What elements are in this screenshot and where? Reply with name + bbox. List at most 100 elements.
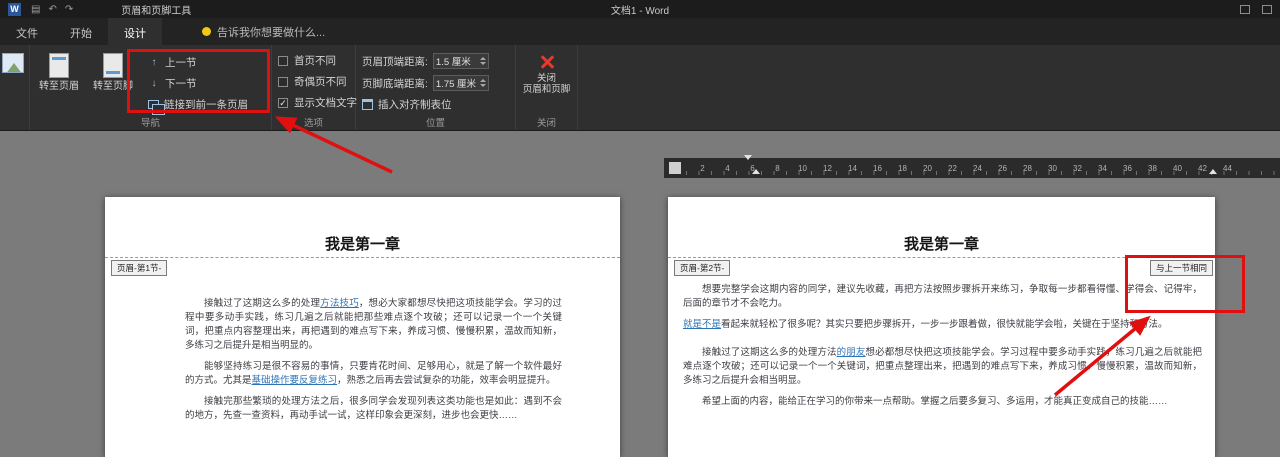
ribbon-group-close: 关闭 页眉和页脚 关闭	[516, 45, 578, 130]
ruler-number: 30	[1048, 163, 1057, 173]
header-from-top-value: 1.5 厘米	[435, 57, 471, 68]
lightbulb-icon	[202, 27, 211, 36]
goto-header-icon	[49, 53, 69, 78]
goto-header-button[interactable]: 转至页眉	[36, 50, 82, 92]
ruler-number: 24	[973, 163, 982, 173]
ruler-number: 18	[898, 163, 907, 173]
next-section-button[interactable]: ↓ 下一节	[144, 75, 252, 92]
checkbox-icon	[278, 76, 288, 87]
ruler-number: 36	[1123, 163, 1132, 173]
ruler-number: 8	[775, 163, 780, 173]
ribbon-group-insert-partial	[0, 45, 30, 130]
hyperlink-text[interactable]: 方法技巧	[320, 298, 359, 309]
paragraph: 接触完那些繁琐的处理方法之后，很多同学会发现列表这类功能也是如此：遇到不会的地方…	[185, 395, 562, 423]
ribbon: 转至页眉 转至页脚 ↑ 上一节 ↓ 下一节 链接到前一条页眉 导航 首页不同 奇…	[0, 45, 1280, 131]
redo-icon[interactable]: ↷	[65, 4, 73, 15]
chapter-title: 我是第一章	[324, 236, 400, 253]
footer-from-bottom-input[interactable]: 1.75 厘米	[432, 75, 489, 91]
goto-footer-button[interactable]: 转至页脚	[90, 50, 136, 92]
alignment-tab-icon	[362, 99, 373, 110]
ruler-number: 22	[948, 163, 957, 173]
group-label-position: 位置	[425, 118, 445, 129]
header-from-top-input[interactable]: 1.5 厘米	[432, 53, 489, 69]
link-to-previous-label: 链接到前一条页眉	[164, 99, 248, 111]
body-text: ，熟悉之后再去尝试复杂的功能，效率会明显提升。	[337, 375, 556, 387]
ruler-numbers: 2 4 6 8 10 12 14 16 18 20 22 24 26 28 30 32 34 36 38 40 42 44	[686, 164, 1240, 173]
paragraph: 接触过了这期这么多的处理方法的朋友想必都想尽快把这项技能学会。学习过程中要多动手…	[683, 346, 1202, 388]
ribbon-group-navigation: 转至页眉 转至页脚 ↑ 上一节 ↓ 下一节 链接到前一条页眉 导航	[30, 45, 272, 130]
different-odd-even-checkbox[interactable]: 奇偶页不同	[278, 73, 357, 90]
close-red-x-icon	[538, 53, 556, 71]
right-indent-marker[interactable]	[1209, 160, 1217, 174]
body-text: 接触完那些繁琐的处理方法之后，很多同学会发现列表这类功能也是如此：遇到不会的地方…	[185, 396, 562, 422]
picture-button[interactable]	[2, 50, 24, 73]
spinner-arrows-icon[interactable]	[479, 57, 486, 65]
hyperlink-text[interactable]: 基础操作要反复练习	[252, 375, 338, 386]
tab-file[interactable]: 文件	[0, 18, 54, 45]
hyperlink-text[interactable]: 就是不是	[683, 319, 721, 330]
body-text: 接触过了这期这么多的处理	[204, 298, 321, 309]
close-label-line2: 页眉和页脚	[522, 84, 571, 95]
previous-section-button[interactable]: ↑ 上一节	[144, 54, 252, 71]
link-to-previous-icon	[148, 100, 165, 115]
tell-me-text: 告诉我你想要做什么...	[217, 26, 326, 39]
arrow-up-icon: ↑	[151, 57, 157, 68]
ruler-number: 20	[923, 163, 932, 173]
spinner-arrows-icon[interactable]	[479, 79, 486, 87]
footer-from-bottom-label: 页脚底端距离:	[362, 77, 428, 90]
header-section-tag: 页眉-第1节-	[111, 260, 168, 276]
close-header-footer-button[interactable]: 关闭 页眉和页脚	[522, 50, 571, 95]
ribbon-group-position: 页眉顶端距离: 1.5 厘米 页脚底端距离: 1.75 厘米 插入对齐制表位 位…	[356, 45, 516, 130]
horizontal-ruler[interactable]: 2 4 6 8 10 12 14 16 18 20 22 24 26 28 30 32 34 36 38 40 42 44	[664, 155, 1280, 178]
different-odd-even-label: 奇偶页不同	[294, 76, 347, 88]
chapter-title: 我是第一章	[903, 236, 979, 253]
tab-selector-icon[interactable]	[669, 162, 681, 174]
header-boundary-line	[105, 257, 620, 258]
hyperlink-text[interactable]: 的朋友	[837, 347, 866, 358]
footer-from-bottom-value: 1.75 厘米	[435, 79, 477, 90]
window-button-icon[interactable]	[1262, 4, 1272, 14]
paragraph: 就是不是看起来就轻松了很多呢？其实只要把步骤拆开，一步一步跟着做，很快就能学会啦…	[683, 318, 1202, 332]
header-section-tag: 页眉-第2节-	[674, 260, 731, 276]
document-page-left[interactable]: 我是第一章 页眉-第1节- 接触过了这期这么多的处理方法技巧，想必大家都想尽快把…	[105, 197, 620, 457]
ribbon-tab-row: 文件 开始 设计 告诉我你想要做什么...	[0, 18, 1280, 45]
left-page-body: 接触过了这期这么多的处理方法技巧，想必大家都想尽快把这项技能学会。学习的过程中要…	[185, 297, 562, 430]
body-text: 看起来就轻松了很多呢？其实只要把步骤拆开，一步一步跟着做，很快就能学会啦，关键在…	[721, 319, 1168, 331]
ruler-number: 40	[1173, 163, 1182, 173]
tab-home[interactable]: 开始	[54, 18, 108, 45]
ruler-number: 2	[700, 163, 705, 173]
ruler-number: 38	[1148, 163, 1157, 173]
ruler-number: 26	[998, 163, 1007, 173]
group-label-navigation: 导航	[140, 118, 160, 129]
tab-design[interactable]: 设计	[108, 18, 162, 45]
previous-section-label: 上一节	[165, 57, 197, 69]
ribbon-options-icon[interactable]	[1240, 4, 1250, 14]
ruler-number: 14	[848, 163, 857, 173]
show-document-text-checkbox[interactable]: ✓ 显示文档文字	[278, 94, 357, 111]
paragraph: 想要完整学会这期内容的同学，建议先收藏，再把方法按照步骤拆开来练习，争取每一步都…	[683, 283, 1202, 311]
contextual-tools-label: 页眉和页脚工具	[121, 5, 192, 17]
indent-marker[interactable]	[744, 155, 760, 174]
group-label-options: 选项	[303, 118, 323, 129]
insert-alignment-tab-label: 插入对齐制表位	[378, 99, 452, 111]
body-text: 想要完整学会这期内容的同学，建议先收藏，再把方法按照步骤拆开来练习，争取每一步都…	[683, 284, 1202, 310]
insert-alignment-tab-button[interactable]: 插入对齐制表位	[362, 96, 489, 113]
different-first-page-checkbox[interactable]: 首页不同	[278, 52, 357, 69]
undo-icon[interactable]: ↶	[48, 4, 56, 15]
link-to-previous-button[interactable]: 链接到前一条页眉	[144, 96, 252, 115]
ruler-number: 32	[1073, 163, 1082, 173]
right-page-body: 想要完整学会这期内容的同学，建议先收藏，再把方法按照步骤拆开来练习，争取每一步都…	[683, 283, 1202, 416]
ruler-number: 34	[1098, 163, 1107, 173]
tell-me-box[interactable]: 告诉我你想要做什么...	[190, 18, 337, 45]
save-icon[interactable]: ▤	[31, 4, 40, 15]
document-page-right[interactable]: 我是第一章 页眉-第2节- 与上一节相同 想要完整学会这期内容的同学，建议先收藏…	[668, 197, 1215, 457]
paragraph: 希望上面的内容，能给正在学习的你带来一点帮助。掌握之后要多复习、多运用，才能真正…	[683, 395, 1202, 409]
body-text: 希望上面的内容，能给正在学习的你带来一点帮助。掌握之后要多复习、多运用，才能真正…	[702, 396, 1168, 408]
document-title: 文档1 - Word	[610, 5, 670, 17]
arrow-down-icon: ↓	[151, 78, 157, 89]
ruler-number: 28	[1023, 163, 1032, 173]
ruler-number: 16	[873, 163, 882, 173]
next-section-label: 下一节	[165, 78, 197, 90]
goto-footer-label: 转至页脚	[93, 81, 133, 92]
body-text: 接触过了这期这么多的处理方法	[702, 347, 837, 359]
